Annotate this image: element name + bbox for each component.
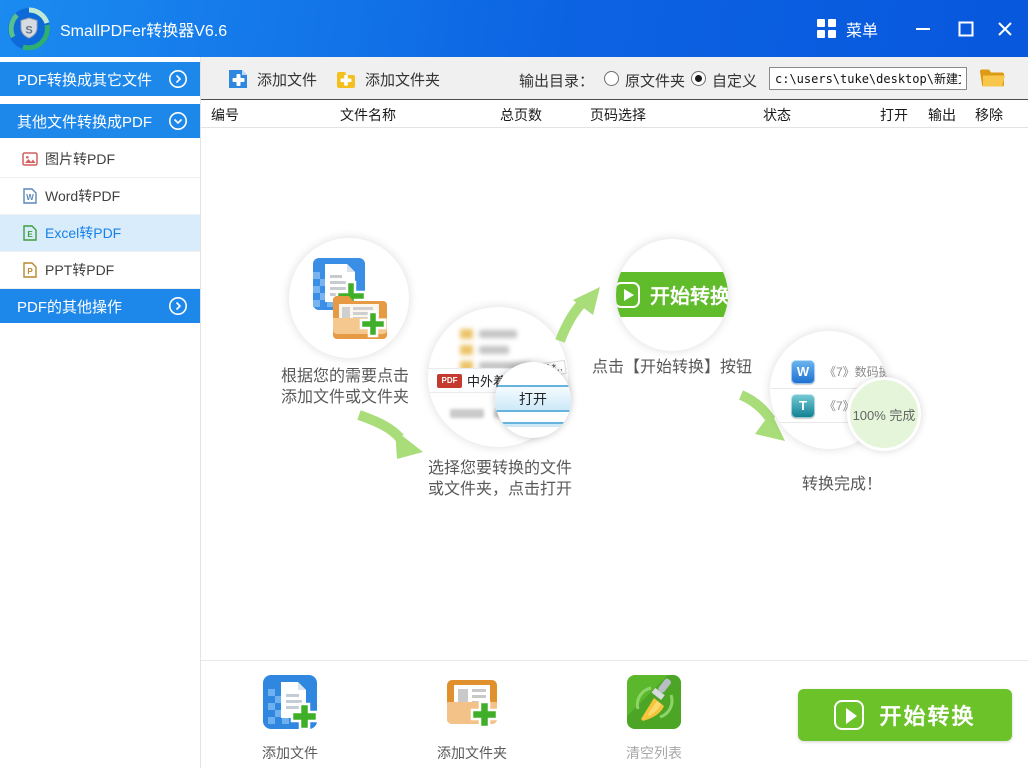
add-file-big-button[interactable]: 添加文件 [245, 674, 335, 763]
close-icon [994, 18, 1016, 40]
word-letter: W [26, 193, 34, 202]
tutorial-step1-caption: 根据您的需要点击 添加文件或文件夹 [281, 366, 409, 408]
tutorial-step1-circle [289, 238, 409, 358]
start-convert-label: 开始转换 [879, 699, 975, 731]
sidebar-section-label: 其他文件转换成PDF [17, 111, 152, 132]
tutorial-step3-circle: 开始转换 [616, 239, 728, 351]
clear-list-button[interactable]: 清空列表 [609, 674, 699, 763]
start-convert-text: 开始转换 [650, 280, 728, 309]
file-table-header: 编号 文件名称 总页数 页码选择 状态 打开 输出 移除 [201, 100, 1028, 128]
titlebar: S SmallPDFer转换器V6.6 菜单 [0, 0, 1028, 57]
play-icon [834, 700, 864, 730]
progress-complete-magnifier: 100% 完成 [847, 377, 921, 451]
column-header-remove: 移除 [975, 105, 1003, 125]
arrow-up-right-icon [551, 284, 603, 346]
column-header-page-select: 页码选择 [590, 105, 646, 125]
radio-original-folder-label[interactable]: 原文件夹 [625, 70, 685, 91]
blurred-text-bar [450, 409, 484, 418]
add-file-big-icon [262, 674, 318, 730]
add-folder-label: 添加文件夹 [365, 69, 440, 90]
sidebar-item-word-to-pdf[interactable]: W Word转PDF [0, 178, 200, 215]
radio-custom-folder[interactable] [691, 71, 706, 86]
column-header-status: 状态 [763, 105, 791, 125]
dialog-button-edge [495, 422, 571, 427]
add-folder-big-label: 添加文件夹 [427, 743, 517, 763]
sidebar-item-label: Word转PDF [45, 186, 120, 206]
menu-grid-icon [817, 19, 836, 38]
browse-folder-icon [979, 67, 1006, 89]
radio-original-folder[interactable] [604, 71, 619, 86]
chevron-right-circle-icon [168, 69, 188, 89]
app-logo-icon: S [7, 7, 51, 51]
progress-complete-text: 100% 完成 [853, 405, 916, 424]
ppt-letter: P [27, 267, 33, 276]
close-button[interactable] [990, 14, 1020, 44]
tutorial-step4-caption: 转换完成！ [802, 474, 882, 495]
start-convert-illustration: 开始转换 [616, 272, 728, 317]
add-folder-icon [335, 68, 357, 90]
column-header-filename: 文件名称 [340, 105, 396, 125]
menu-label: 菜单 [846, 17, 878, 41]
output-path-input[interactable] [769, 67, 967, 90]
arrow-down-right-icon [353, 410, 425, 460]
pdf-badge: PDF [437, 374, 462, 388]
toolbar: 添加文件 添加文件夹 输出目录： 原文件夹 自定义 [201, 57, 1028, 100]
sidebar-item-ppt-to-pdf[interactable]: P PPT转PDF [0, 252, 200, 289]
radio-custom-folder-label[interactable]: 自定义 [712, 70, 757, 91]
browse-folder-button[interactable] [979, 67, 1006, 89]
chevron-down-circle-icon [168, 111, 188, 131]
image-icon [21, 150, 39, 168]
column-header-total-pages: 总页数 [500, 105, 542, 125]
sidebar: PDF转换成其它文件 其他文件转换成PDF 图片转PDF [0, 57, 201, 768]
minimize-icon [912, 18, 934, 40]
add-folder-button[interactable]: 添加文件夹 [335, 67, 440, 91]
word-file-badge: W [791, 360, 815, 384]
play-icon [616, 282, 640, 308]
add-folder-big-icon [444, 674, 500, 730]
column-header-output: 输出 [928, 105, 956, 125]
app-title: SmallPDFer转换器V6.6 [60, 17, 227, 41]
add-file-button[interactable]: 添加文件 [227, 67, 317, 91]
open-button-magnifier: 打开 [495, 362, 571, 438]
sidebar-section-pdf-other-ops[interactable]: PDF的其他操作 [0, 289, 200, 323]
maximize-button[interactable] [951, 14, 981, 44]
excel-letter: E [27, 230, 33, 239]
word-doc-icon: W [21, 187, 39, 205]
bottom-action-bar: 添加文件 添加文件夹 [201, 660, 1028, 768]
dialog-open-button: 打开 [495, 385, 571, 412]
add-file-big-label: 添加文件 [245, 743, 335, 763]
sidebar-item-label: PPT转PDF [45, 260, 114, 280]
clear-list-brush-icon [626, 674, 682, 730]
txt-file-badge: T [791, 394, 815, 418]
column-header-open: 打开 [880, 105, 908, 125]
excel-doc-icon: E [21, 224, 39, 242]
add-folder-big-button[interactable]: 添加文件夹 [427, 674, 517, 763]
sidebar-section-label: PDF转换成其它文件 [17, 69, 152, 90]
menu-button[interactable]: 菜单 [817, 0, 878, 57]
tutorial-step2-caption: 选择您要转换的文件 或文件夹，点击打开 [428, 458, 572, 500]
clear-list-label: 清空列表 [609, 743, 699, 763]
logo-letter: S [25, 24, 32, 36]
minimize-button[interactable] [908, 14, 938, 44]
add-file-folder-illustration-icon [289, 238, 409, 358]
maximize-icon [955, 18, 977, 40]
ppt-doc-icon: P [21, 261, 39, 279]
sidebar-item-label: 图片转PDF [45, 149, 115, 169]
sidebar-item-label: Excel转PDF [45, 223, 121, 243]
chevron-right-circle-icon [168, 296, 188, 316]
start-convert-button[interactable]: 开始转换 [798, 689, 1012, 741]
column-header-number: 编号 [211, 105, 239, 125]
sidebar-item-image-to-pdf[interactable]: 图片转PDF [0, 141, 200, 178]
sidebar-section-pdf-to-other[interactable]: PDF转换成其它文件 [0, 62, 200, 96]
sidebar-section-label: PDF的其他操作 [17, 296, 122, 317]
sidebar-item-excel-to-pdf[interactable]: E Excel转PDF [0, 215, 200, 252]
app-window: S SmallPDFer转换器V6.6 菜单 PDF转换成其 [0, 0, 1028, 768]
tutorial-step3-caption: 点击【开始转换】按钮 [592, 357, 752, 378]
tutorial-area: 根据您的需要点击 添加文件或文件夹 PDF 中外着名疑 (*.pdf,*.. [201, 128, 1028, 660]
add-file-label: 添加文件 [257, 69, 317, 90]
sidebar-section-other-to-pdf[interactable]: 其他文件转换成PDF [0, 104, 200, 138]
output-dir-label: 输出目录： [519, 70, 594, 91]
add-file-icon [227, 68, 249, 90]
